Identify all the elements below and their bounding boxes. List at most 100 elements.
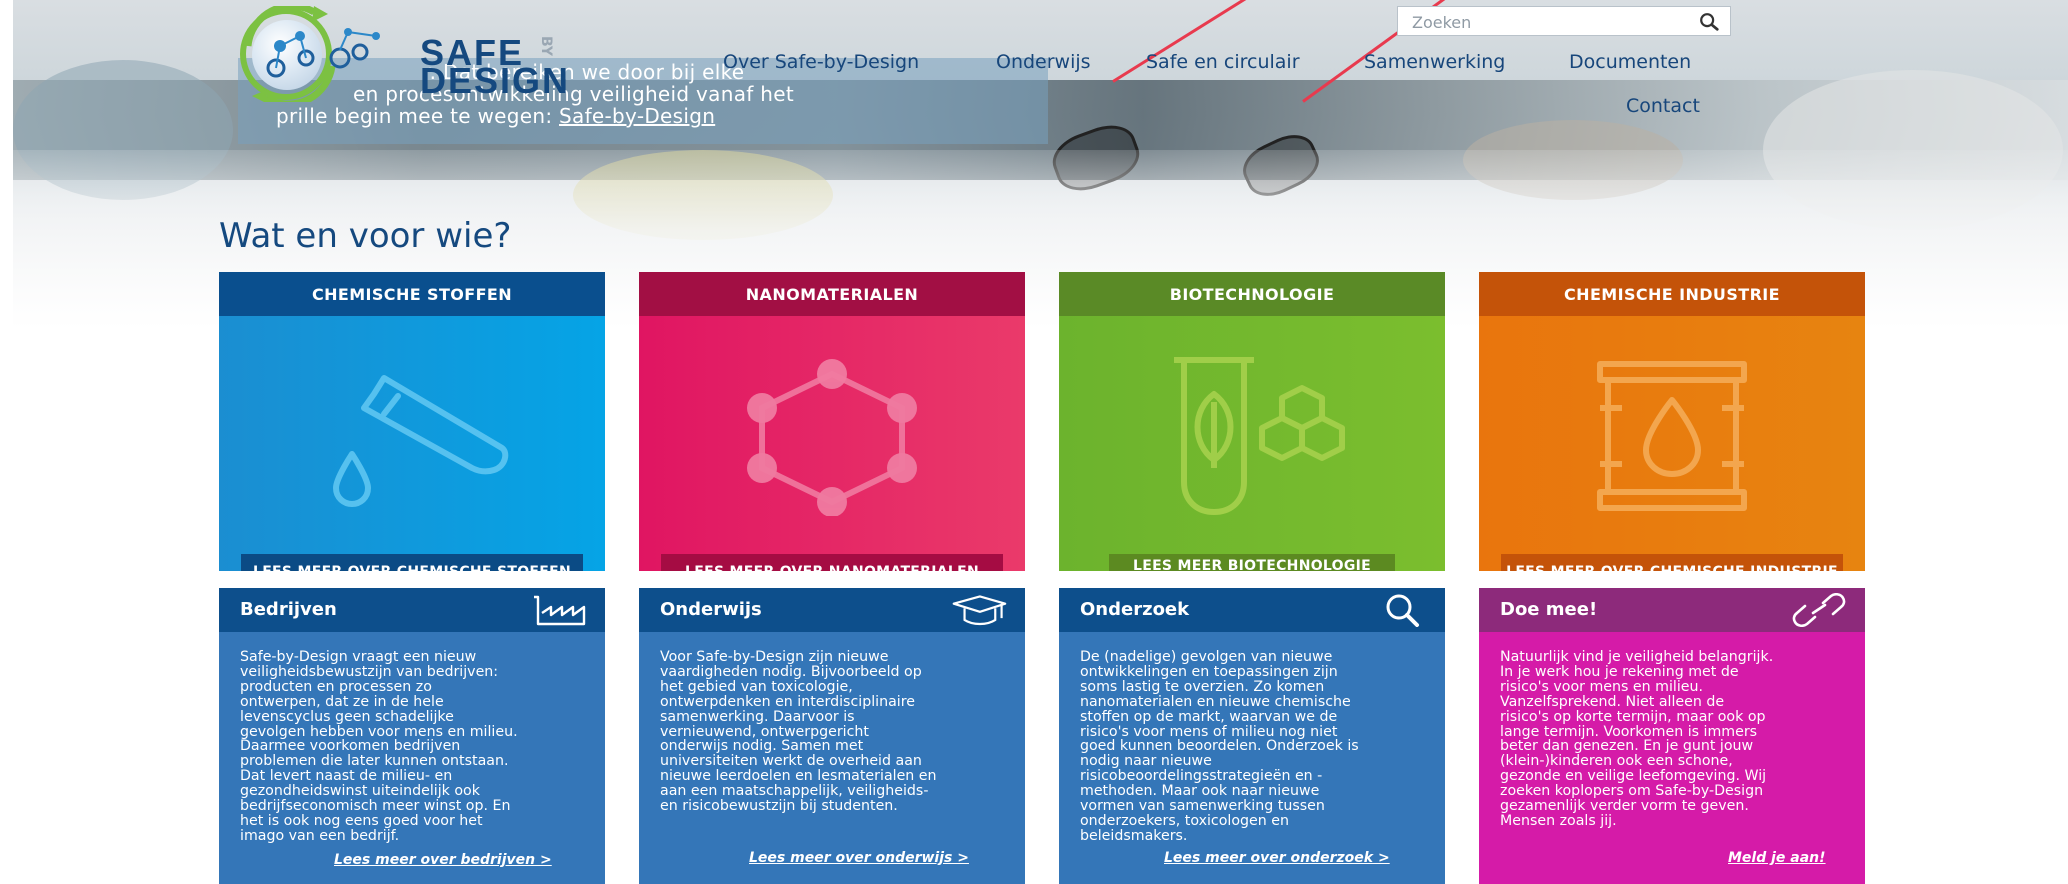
category-body: LEES MEER OVER CHEMISCHE STOFFEN xyxy=(219,316,605,571)
intro-safe-by-design-link[interactable]: Safe-by-Design xyxy=(559,104,715,128)
nav-samenwerking[interactable]: Samenwerking xyxy=(1364,51,1505,73)
leaf-tube-icon xyxy=(1174,357,1345,515)
nav-safe-en-circulair[interactable]: Safe en circulair xyxy=(1146,51,1300,73)
magnifier-icon xyxy=(1386,594,1419,627)
info-card-title: Doe mee! xyxy=(1500,599,1598,620)
info-card-text-line: Vanzelfsprekend. Niet alleen de xyxy=(1500,693,1725,710)
intro-line-text: prille begin mee te wegen: xyxy=(276,104,560,128)
search-box xyxy=(1397,6,1731,37)
info-card-text-line: aan een maatschappelijk, veiligheids- xyxy=(660,783,929,800)
category-card-chemische-stoffen[interactable]: CHEMISCHE STOFFEN LEES MEER OVER CHEMISC… xyxy=(219,272,605,571)
meld-je-aan-link[interactable]: Meld je aan! xyxy=(1728,850,1826,866)
nav-onderwijs[interactable]: Onderwijs xyxy=(996,51,1091,73)
info-card-doe-mee: Doe mee! Natuurlijk vind je veiligheid b… xyxy=(1479,588,1865,884)
info-card-text-line: het is ook nog eens goed voor het xyxy=(240,812,483,829)
nav-documenten[interactable]: Documenten xyxy=(1569,51,1691,73)
lees-meer-button[interactable]: LEES MEER OVER CHEMISCHE INDUSTRIE xyxy=(1501,554,1843,571)
info-card-text-line: nodig naar nieuwe xyxy=(1080,753,1212,770)
info-card-text-line: risico's voor mens of milieu nog niet xyxy=(1080,723,1338,740)
info-card-text-line: producten en processen zo xyxy=(240,678,432,695)
search-icon[interactable] xyxy=(1698,11,1720,33)
logo-molecule-icon xyxy=(244,6,380,102)
section-title: Wat en voor wie? xyxy=(219,216,512,256)
info-card-text-line: risico's op korte termijn, maar ook op xyxy=(1500,708,1766,725)
intro-line: prille begin mee te wegen: Safe-by-Desig… xyxy=(276,104,715,128)
info-card-text-line: vormen van samenwerking tussen xyxy=(1080,798,1325,815)
info-card-text-line: risicobeoordelingsstrategieën en - xyxy=(1080,768,1323,785)
info-card-title: Bedrijven xyxy=(240,599,337,620)
search-input[interactable] xyxy=(1398,7,1704,37)
info-card-header: Onderzoek xyxy=(1059,588,1445,632)
info-card-text-line: veiligheidsbewustzijn van bedrijven: xyxy=(240,663,499,680)
barrel-drop-icon xyxy=(1597,361,1747,511)
info-card-text-line: nieuwe leerdoelen en lesmaterialen en xyxy=(660,768,937,785)
info-card-text-line: lange termijn. Voorkomen is immers xyxy=(1500,723,1758,740)
info-card-text-line: gezonde en veilige leefomgeving. Wij xyxy=(1500,768,1767,785)
test-tube-drop-icon xyxy=(333,375,509,507)
logo-text-by: BY xyxy=(538,36,554,57)
info-card-text-line: Mensen zoals jij. xyxy=(1500,812,1617,829)
category-title: BIOTECHNOLOGIE xyxy=(1059,272,1445,316)
info-card-text-line: beleidsmakers. xyxy=(1080,827,1188,844)
info-card-text-line: universiteiten werkt de overheid aan xyxy=(660,753,922,770)
category-body: LEES MEER OVER CHEMISCHE INDUSTRIE xyxy=(1479,316,1865,571)
info-card-text-line: De (nadelige) gevolgen van nieuwe xyxy=(1080,649,1333,665)
lees-meer-onderwijs-link[interactable]: Lees meer over onderwijs > xyxy=(749,850,969,866)
info-card-text-line: Daarmee voorkomen bedrijven xyxy=(240,738,461,755)
info-card-text-line: beter dan genezen. En je gunt jouw xyxy=(1500,738,1754,755)
category-card-chemische-industrie[interactable]: CHEMISCHE INDUSTRIE LEES MEER OVER CHEMI… xyxy=(1479,272,1865,571)
info-card-text-line: Dat levert naast de milieu- en xyxy=(240,768,453,785)
info-card-onderzoek: Onderzoek De (nadelige) gevolgen van nie… xyxy=(1059,588,1445,884)
info-card-text-line: levenscyclus geen schadelijke xyxy=(240,708,454,725)
info-card-text-line: het gebied van toxicologie, xyxy=(660,678,853,695)
category-card-biotechnologie[interactable]: BIOTECHNOLOGIE LEES MEER BIOTECHNOLOGIE xyxy=(1059,272,1445,571)
nav-contact[interactable]: Contact xyxy=(1626,95,1700,117)
info-card-header: Doe mee! xyxy=(1479,588,1865,632)
category-title: CHEMISCHE INDUSTRIE xyxy=(1479,272,1865,316)
category-title: CHEMISCHE STOFFEN xyxy=(219,272,605,316)
info-card-onderwijs: Onderwijs Voor Safe-by-Design zijn nieuw… xyxy=(639,588,1025,884)
info-card-text-line: onderzoekers, toxicologen en xyxy=(1080,812,1289,829)
info-card-text-line: ontwerpdenken en interdisciplinaire xyxy=(660,693,915,710)
info-card-text-line: goed kunnen beoordelen. Onderzoek is xyxy=(1080,738,1359,755)
info-card-text-line: nanomaterialen en nieuwe chemische xyxy=(1080,693,1351,710)
info-card-text-line: bedrijfseconomisch meer winst op. En xyxy=(240,798,511,815)
info-card-text-line: methoden. Maar ook naar nieuwe xyxy=(1080,783,1320,800)
info-card-text-line: ontwikkelingen en toepassingen zijn xyxy=(1080,663,1338,680)
info-card-text-line: problemen die later kunnen ontstaan. xyxy=(240,753,509,770)
lees-meer-bedrijven-link[interactable]: Lees meer over bedrijven > xyxy=(334,852,552,868)
info-card-text-line: stoffen op de markt, waarvan we de xyxy=(1080,708,1338,725)
lees-meer-button[interactable]: LEES MEER BIOTECHNOLOGIE xyxy=(1109,554,1395,571)
lees-meer-onderzoek-link[interactable]: Lees meer over onderzoek > xyxy=(1164,850,1390,866)
info-card-text-line: Voor Safe-by-Design zijn nieuwe xyxy=(660,649,889,665)
info-card-text: Voor Safe-by-Design zijn nieuwe vaardighe… xyxy=(660,650,1010,814)
info-card-text-line: Safe-by-Design vraagt een nieuw xyxy=(240,649,477,665)
info-card-text-line: (klein-)kinderen ook een schone, xyxy=(1500,753,1733,770)
info-card-text: Safe-by-Design vraagt een nieuw veilighei… xyxy=(240,650,590,844)
hexagon-molecule-icon xyxy=(747,359,917,516)
category-title: NANOMATERIALEN xyxy=(639,272,1025,316)
info-card-header: Onderwijs xyxy=(639,588,1025,632)
category-card-nanomaterialen[interactable]: NANOMATERIALEN LEES MEER OVER NANOMATERI… xyxy=(639,272,1025,571)
info-card-text-line: soms lastig te overzien. Zo komen xyxy=(1080,678,1325,695)
info-card-text-line: onderwijs nodig. Samen met xyxy=(660,738,864,755)
link-icon xyxy=(1792,593,1846,627)
info-card-text-line: gezamenlijk verder vorm te geven. xyxy=(1500,798,1749,815)
info-card-text-line: vernieuwend, ontwerpgericht xyxy=(660,723,869,740)
nav-over-safe-by-design[interactable]: Over Safe-by-Design xyxy=(723,51,919,73)
site-logo[interactable]: SAFE DESIGN BY xyxy=(236,6,586,102)
lees-meer-button[interactable]: LEES MEER OVER CHEMISCHE STOFFEN xyxy=(241,554,583,571)
lees-meer-button[interactable]: LEES MEER OVER NANOMATERIALEN xyxy=(661,554,1003,571)
info-card-title: Onderzoek xyxy=(1080,599,1190,620)
info-card-bedrijven: Bedrijven Safe-by-Design vraagt een nieu… xyxy=(219,588,605,884)
logo-text-design: DESIGN xyxy=(420,60,571,101)
info-card-text-line: samenwerking. Daarvoor is xyxy=(660,708,855,725)
info-card-text-line: imago van een bedrijf. xyxy=(240,827,400,844)
info-card-text-line: gezondheidswinst uiteindelijk ook xyxy=(240,783,480,800)
info-card-text-line: ontwerpen, dat ze in de hele xyxy=(240,693,444,710)
info-card-text: De (nadelige) gevolgen van nieuwe ontwikk… xyxy=(1080,650,1430,844)
info-card-title: Onderwijs xyxy=(660,599,762,620)
info-card-text-line: zoeken koplopers om Safe-by-Design xyxy=(1500,783,1764,800)
info-card-header: Bedrijven xyxy=(219,588,605,632)
category-body: LEES MEER BIOTECHNOLOGIE xyxy=(1059,316,1445,571)
